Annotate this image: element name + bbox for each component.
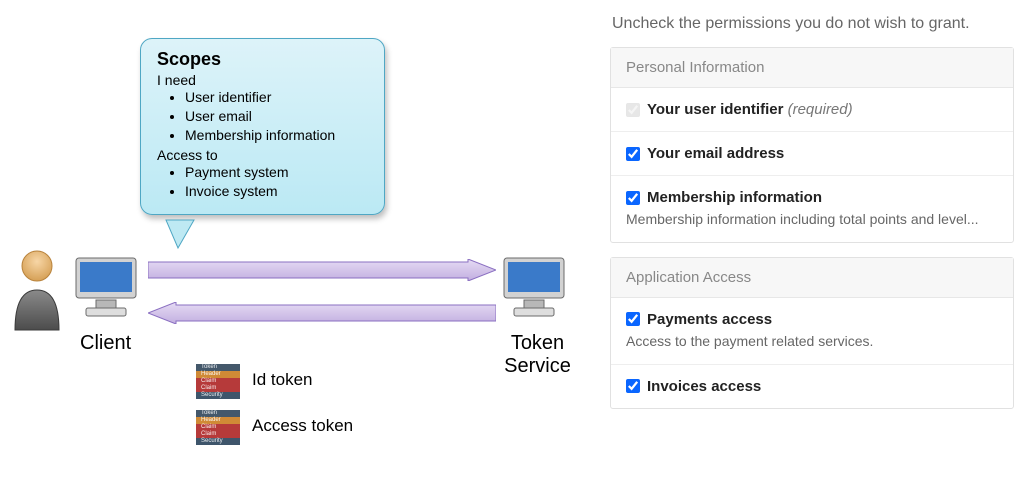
permission-label: Invoices access bbox=[647, 378, 761, 395]
response-arrow-icon bbox=[148, 302, 496, 324]
callout-title: Scopes bbox=[157, 49, 368, 70]
callout-access-label: Access to bbox=[157, 147, 368, 163]
group-title: Application Access bbox=[611, 258, 1013, 298]
user-icon bbox=[10, 244, 64, 332]
client-label: Client bbox=[80, 332, 131, 355]
group-title: Personal Information bbox=[611, 48, 1013, 88]
access-token-icon: Token Header Claim Claim Security bbox=[196, 410, 240, 444]
permission-checkbox-membership[interactable] bbox=[626, 191, 640, 205]
callout-need-item: User identifier bbox=[185, 88, 368, 107]
permission-item: Invoices access bbox=[611, 365, 1013, 408]
permission-item: Payments access Access to the payment re… bbox=[611, 298, 1013, 365]
permission-required: (required) bbox=[783, 101, 852, 118]
permission-label: Your user identifier bbox=[647, 101, 783, 118]
permission-item: Your email address bbox=[611, 132, 1013, 176]
token-service-label: Token Service bbox=[500, 332, 575, 378]
permission-checkbox-user-identifier bbox=[626, 103, 640, 117]
callout-access-item: Payment system bbox=[185, 163, 368, 182]
permission-checkbox-payments[interactable] bbox=[626, 312, 640, 326]
permission-group-application: Application Access Payments access Acces… bbox=[610, 257, 1014, 409]
permission-label: Membership information bbox=[647, 189, 822, 206]
callout-need-item: User email bbox=[185, 107, 368, 126]
permission-checkbox-email[interactable] bbox=[626, 147, 640, 161]
oauth-scope-diagram: Scopes I need User identifier User email… bbox=[0, 0, 585, 502]
permission-description: Membership information including total p… bbox=[626, 210, 998, 229]
client-computer-icon bbox=[72, 256, 140, 320]
permissions-instruction: Uncheck the permissions you do not wish … bbox=[612, 15, 1014, 33]
permission-item: Your user identifier (required) bbox=[611, 88, 1013, 132]
scopes-callout: Scopes I need User identifier User email… bbox=[140, 38, 385, 215]
callout-need-label: I need bbox=[157, 72, 368, 88]
request-arrow-icon bbox=[148, 259, 496, 281]
permission-item: Membership information Membership inform… bbox=[611, 176, 1013, 242]
id-token-icon: Token Header Claim Claim Security bbox=[196, 364, 240, 398]
token-service-computer-icon bbox=[500, 256, 568, 320]
permission-label: Your email address bbox=[647, 145, 784, 162]
callout-need-item: Membership information bbox=[185, 126, 368, 145]
access-token-label: Access token bbox=[252, 416, 353, 436]
permission-checkbox-invoices[interactable] bbox=[626, 379, 640, 393]
callout-access-item: Invoice system bbox=[185, 182, 368, 201]
callout-need-list: User identifier User email Membership in… bbox=[185, 88, 368, 145]
permission-label: Payments access bbox=[647, 311, 772, 328]
permission-group-personal: Personal Information Your user identifie… bbox=[610, 47, 1014, 243]
permissions-panel: Uncheck the permissions you do not wish … bbox=[610, 0, 1014, 423]
callout-access-list: Payment system Invoice system bbox=[185, 163, 368, 201]
permission-description: Access to the payment related services. bbox=[626, 332, 998, 351]
id-token-label: Id token bbox=[252, 370, 313, 390]
